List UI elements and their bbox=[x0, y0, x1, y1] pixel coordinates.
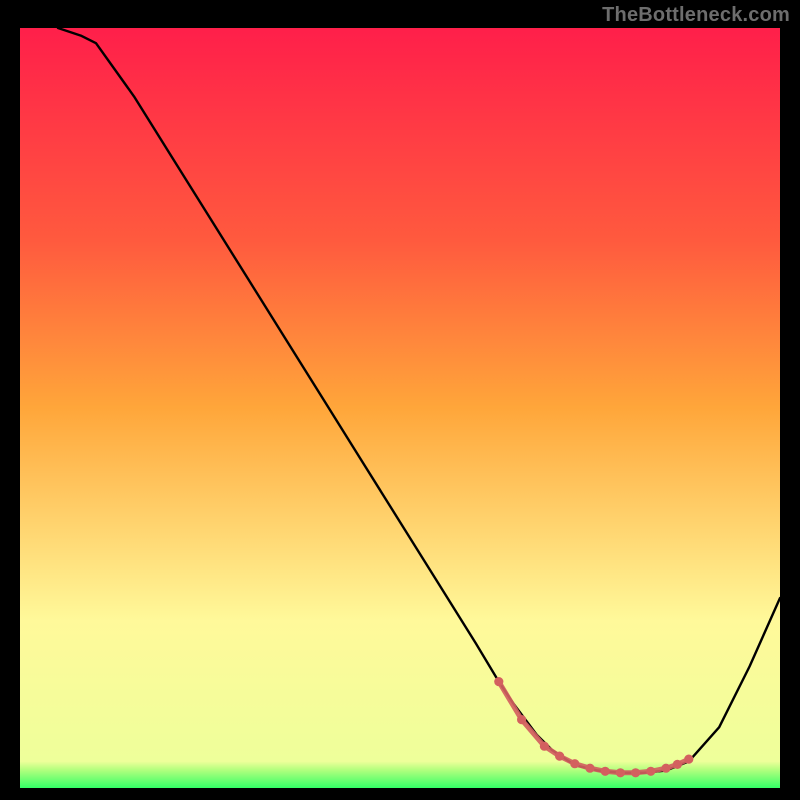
frame-left bbox=[0, 0, 20, 800]
highlight-point bbox=[555, 752, 564, 761]
highlight-point bbox=[631, 768, 640, 777]
highlight-point bbox=[585, 764, 594, 773]
highlight-point bbox=[684, 755, 693, 764]
highlight-point bbox=[570, 759, 579, 768]
bottleneck-chart bbox=[0, 0, 800, 800]
highlight-point bbox=[601, 767, 610, 776]
highlight-point bbox=[494, 677, 503, 686]
chart-stage: TheBottleneck.com bbox=[0, 0, 800, 800]
frame-right bbox=[780, 0, 800, 800]
highlight-point bbox=[517, 715, 526, 724]
frame-bottom bbox=[0, 788, 800, 800]
highlight-point bbox=[661, 764, 670, 773]
highlight-point bbox=[540, 742, 549, 751]
highlight-point bbox=[673, 760, 682, 769]
highlight-point bbox=[616, 768, 625, 777]
plot-background bbox=[20, 28, 780, 788]
watermark-text: TheBottleneck.com bbox=[602, 4, 790, 27]
highlight-point bbox=[646, 767, 655, 776]
